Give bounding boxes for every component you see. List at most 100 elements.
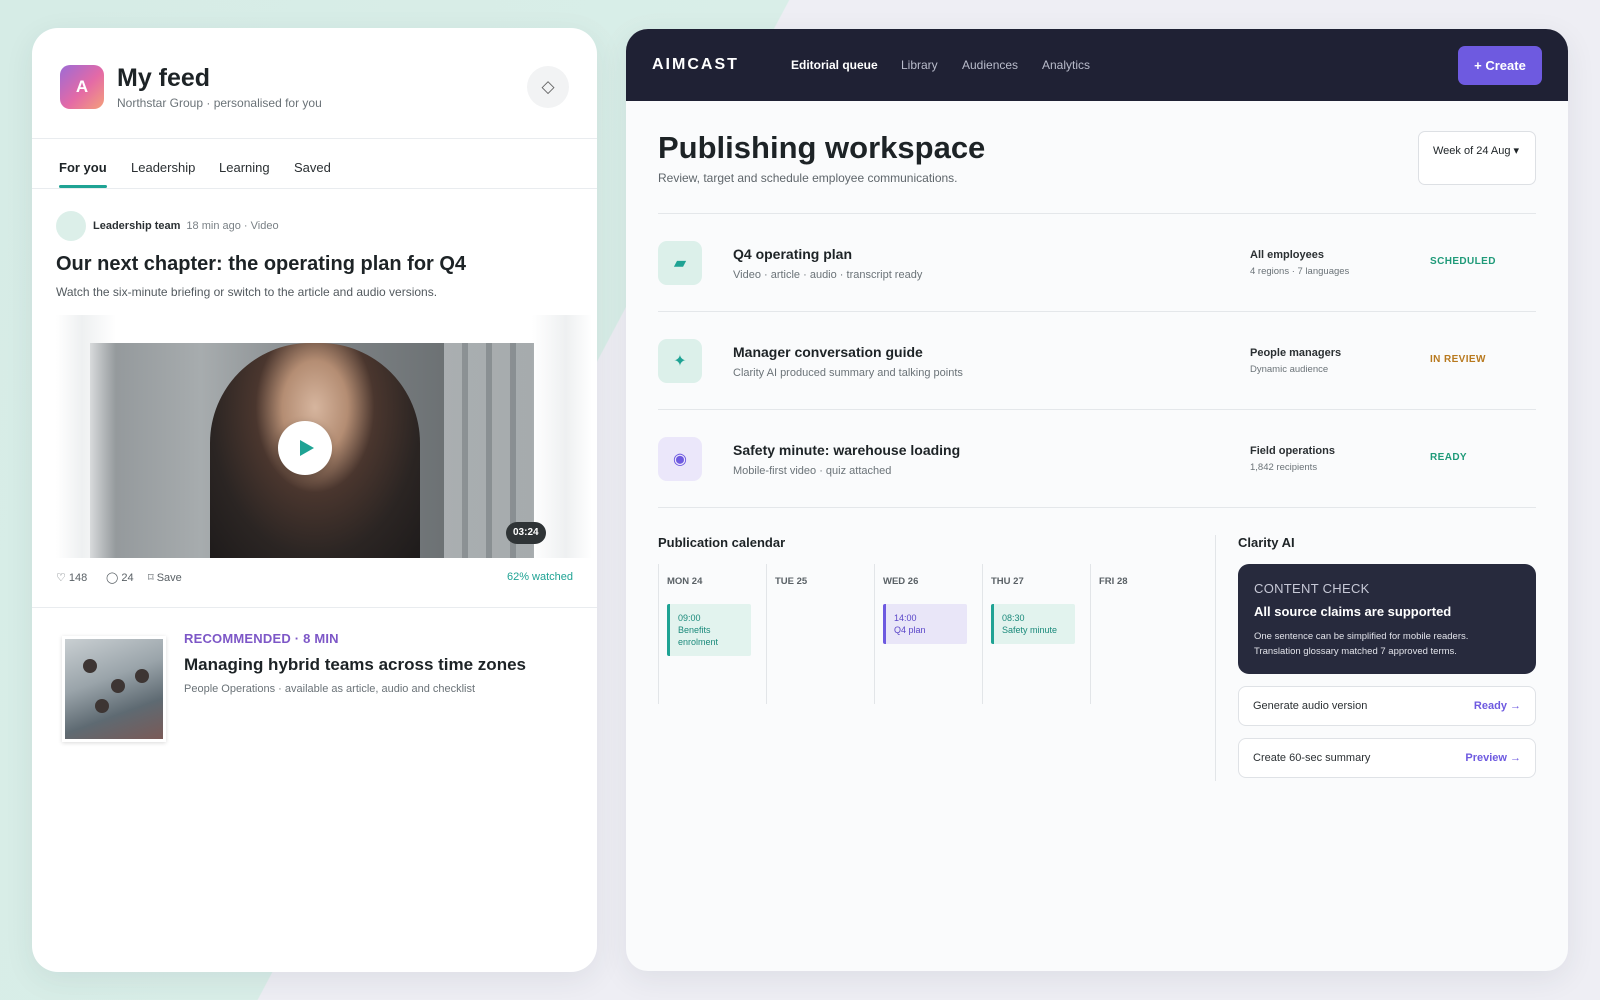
thumb-figure xyxy=(111,679,125,693)
status-badge: READY xyxy=(1430,452,1468,463)
queue-subtitle: Clarity AI produced summary and talking … xyxy=(733,367,963,379)
content-check-headline: All source claims are supported xyxy=(1254,604,1452,619)
calendar-title: Publication calendar xyxy=(658,535,786,550)
comment-button[interactable]: ◯ 24 xyxy=(106,571,134,584)
workspace-title: Publishing workspace xyxy=(658,130,986,165)
queue-audience: Field operations xyxy=(1250,445,1335,457)
nav-audiences[interactable]: Audiences xyxy=(962,58,1018,72)
post-meta: Leadership team 18 min ago · Video xyxy=(56,211,279,241)
queue-row[interactable]: ✦ Manager conversation guide Clarity AI … xyxy=(658,339,1536,435)
action-label: Generate audio version xyxy=(1253,700,1368,712)
queue-audience-detail: 4 regions · 7 languages xyxy=(1250,266,1350,277)
post-description: Watch the six-minute briefing or switch … xyxy=(56,285,438,299)
calendar-day: MON 24 09:00 Benefits enrolment xyxy=(658,564,766,704)
divider xyxy=(658,213,1536,214)
save-button[interactable]: ⌑ Save xyxy=(148,571,182,584)
post-actions: ♡ 148 ◯ 24 ⌑ Save 62% watched xyxy=(56,569,573,587)
action-link[interactable]: Ready → xyxy=(1474,700,1521,712)
tab-learning[interactable]: Learning xyxy=(219,160,270,175)
divider xyxy=(32,607,597,608)
create-button[interactable]: + Create xyxy=(1458,46,1542,85)
queue-audience-detail: 1,842 recipients xyxy=(1250,462,1318,473)
tab-saved[interactable]: Saved xyxy=(294,160,331,175)
event-name: Safety minute xyxy=(1002,625,1058,635)
nav-editorial-queue[interactable]: Editorial queue xyxy=(791,58,878,72)
queue-row[interactable]: ◉ Safety minute: warehouse loading Mobil… xyxy=(658,437,1536,533)
queue-audience: All employees xyxy=(1250,249,1324,261)
divider xyxy=(1215,535,1216,781)
video-duration: 03:24 xyxy=(506,522,546,544)
action-link[interactable]: Preview → xyxy=(1465,752,1521,764)
event-name: Benefits enrolment xyxy=(678,625,719,647)
create-summary-action[interactable]: Create 60-sec summary Preview → xyxy=(1238,738,1536,778)
record-icon: ◉ xyxy=(658,437,702,481)
tab-for-you[interactable]: For you xyxy=(59,160,107,188)
nav-library[interactable]: Library xyxy=(901,58,938,72)
divider xyxy=(658,409,1536,410)
status-badge: SCHEDULED xyxy=(1430,256,1496,267)
queue-audience-detail: Dynamic audience xyxy=(1250,364,1329,375)
calendar-day: TUE 25 xyxy=(766,564,874,704)
content-check-line: One sentence can be simplified for mobil… xyxy=(1254,631,1469,642)
post-author[interactable]: Leadership team xyxy=(93,220,180,232)
divider xyxy=(658,507,1536,508)
calendar-day: WED 26 14:00 Q4 plan xyxy=(874,564,982,704)
event-time: 08:30 xyxy=(1002,613,1025,623)
week-selector[interactable]: Week of 24 Aug ▾ xyxy=(1418,131,1536,185)
content-check-kicker: CONTENT CHECK xyxy=(1254,581,1370,596)
sparkle-icon: ✦ xyxy=(658,339,702,383)
thumb-figure xyxy=(135,669,149,683)
calendar-day-label: MON 24 xyxy=(667,576,703,587)
workspace-subtitle: Review, target and schedule employee com… xyxy=(658,171,958,185)
nav-analytics[interactable]: Analytics xyxy=(1042,58,1090,72)
calendar-day-label: TUE 25 xyxy=(775,576,808,587)
post-timestamp: 18 min ago · Video xyxy=(186,220,279,232)
brand-logo[interactable]: AIMCAST xyxy=(652,56,739,74)
post-title[interactable]: Our next chapter: the operating plan for… xyxy=(56,253,466,276)
event-time: 14:00 xyxy=(894,613,917,623)
feed-header: A My feed Northstar Group · personalised… xyxy=(32,28,597,139)
play-icon[interactable] xyxy=(278,421,332,475)
avatar xyxy=(56,211,86,241)
feed-panel: A My feed Northstar Group · personalised… xyxy=(32,28,597,972)
queue-row[interactable]: ▰ Q4 operating plan Video · article · au… xyxy=(658,241,1536,337)
calendar-day-label: THU 27 xyxy=(991,576,1024,587)
recommended-subtitle: People Operations · available as article… xyxy=(184,683,476,695)
recommended-thumbnail[interactable] xyxy=(62,636,166,742)
event-name: Q4 plan xyxy=(894,625,926,635)
status-badge: IN REVIEW xyxy=(1430,354,1486,365)
clarity-title: Clarity AI xyxy=(1238,535,1295,550)
event-time: 09:00 xyxy=(678,613,701,623)
content-check-card: CONTENT CHECK All source claims are supp… xyxy=(1238,564,1536,674)
recommended-title[interactable]: Managing hybrid teams across time zones xyxy=(184,655,526,675)
tab-leadership[interactable]: Leadership xyxy=(131,160,195,175)
queue-audience: People managers xyxy=(1250,347,1342,359)
thumb-figure xyxy=(83,659,97,673)
calendar-event[interactable]: 14:00 Q4 plan xyxy=(883,604,967,644)
calendar-day-label: FRI 28 xyxy=(1099,576,1128,587)
generate-audio-action[interactable]: Generate audio version Ready → xyxy=(1238,686,1536,726)
calendar-event[interactable]: 09:00 Benefits enrolment xyxy=(667,604,751,656)
watch-progress: 62% watched xyxy=(506,571,573,583)
page-title: My feed xyxy=(117,64,211,92)
queue-subtitle: Mobile-first video · quiz attached xyxy=(733,465,892,477)
action-label: Create 60-sec summary xyxy=(1253,752,1371,764)
calendar-event[interactable]: 08:30 Safety minute xyxy=(991,604,1075,644)
content-check-body: One sentence can be simplified for mobil… xyxy=(1254,629,1520,659)
queue-title[interactable]: Q4 operating plan xyxy=(733,246,852,262)
calendar-day: FRI 28 xyxy=(1090,564,1198,704)
thumb-figure xyxy=(95,699,109,713)
queue-title[interactable]: Safety minute: warehouse loading xyxy=(733,442,960,458)
video-player[interactable]: 03:24 xyxy=(56,315,592,558)
recommended-kicker: RECOMMENDED · 8 MIN xyxy=(184,631,339,646)
calendar-day-label: WED 26 xyxy=(883,576,919,587)
feed-tabs: For you Leadership Learning Saved xyxy=(32,139,597,189)
tag-icon: ▰ xyxy=(658,241,702,285)
queue-subtitle: Video · article · audio · transcript rea… xyxy=(733,269,923,281)
workspace-panel: AIMCAST Editorial queue Library Audience… xyxy=(626,29,1568,971)
like-button[interactable]: ♡ 148 xyxy=(56,571,87,584)
queue-title[interactable]: Manager conversation guide xyxy=(733,344,923,360)
page-subtitle: Northstar Group · personalised for you xyxy=(117,96,322,110)
diamond-icon[interactable]: ◇ xyxy=(527,66,569,108)
app-avatar: A xyxy=(60,65,104,109)
